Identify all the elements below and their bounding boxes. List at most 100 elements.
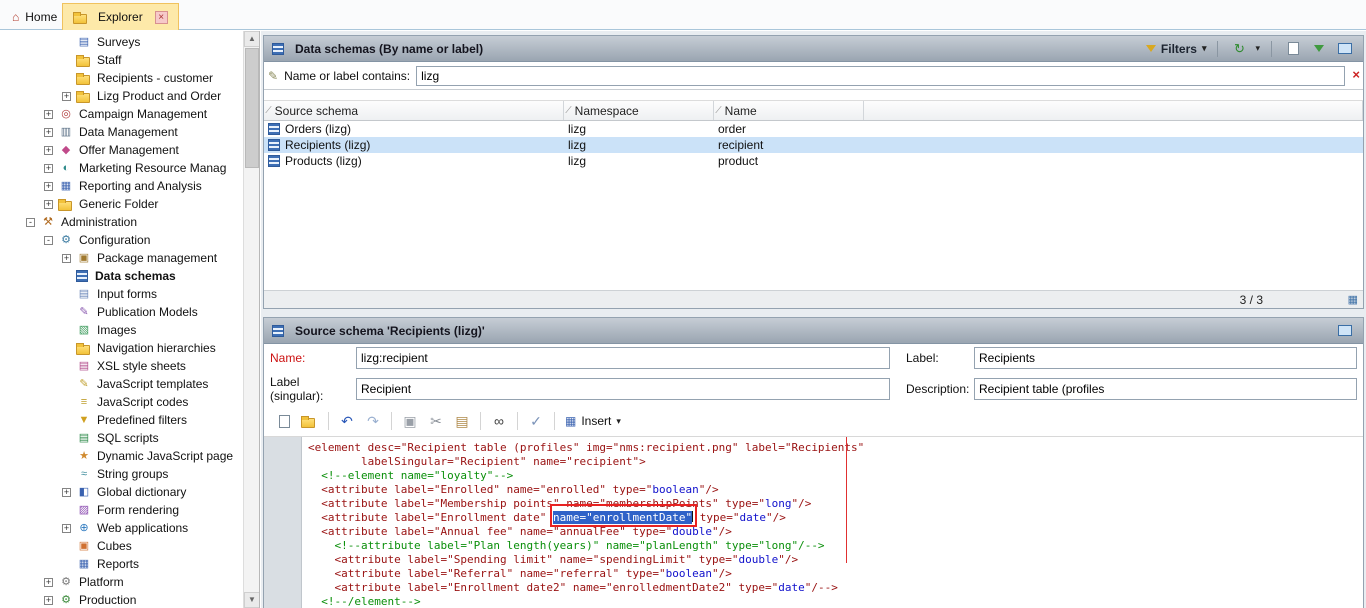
- tree-expander[interactable]: +: [44, 127, 53, 137]
- detach-panel-button[interactable]: [1335, 39, 1355, 59]
- code-line-9[interactable]: <attribute label="Spending limit" name="…: [308, 553, 1363, 567]
- code-line-12[interactable]: <!--/element-->: [308, 595, 1363, 608]
- validate-button[interactable]: ✓: [524, 410, 548, 432]
- code-body[interactable]: <element desc="Recipient table (profiles…: [302, 437, 1363, 608]
- code-segment: "/>: [698, 483, 719, 496]
- tree-item-package-management[interactable]: + ▣ Package management: [0, 249, 242, 267]
- insert-button[interactable]: ▦ Insert ▾: [561, 414, 625, 428]
- tree-item-input-forms[interactable]: +▤Input forms: [0, 285, 242, 303]
- cut-button[interactable]: ✂: [424, 410, 448, 432]
- tree-item-surveys[interactable]: +▤Surveys: [0, 33, 242, 51]
- column-header-name[interactable]: ∕ Name: [714, 101, 864, 120]
- code-line-7[interactable]: <attribute label="Annual fee" name="annu…: [308, 525, 1363, 539]
- tree-expander[interactable]: +: [62, 523, 71, 533]
- tree-item-publication-models[interactable]: +✎Publication Models: [0, 303, 242, 321]
- tree-expander[interactable]: +: [44, 109, 53, 119]
- new-schema-button[interactable]: [1283, 39, 1303, 59]
- tree-item-data-management[interactable]: + ▥ Data Management: [0, 123, 242, 141]
- tab-explorer-label: Explorer: [98, 10, 143, 24]
- copy-button[interactable]: ▣: [398, 410, 422, 432]
- tree-item-global-dictionary[interactable]: + ◧ Global dictionary: [0, 483, 242, 501]
- tree-item-recipients-customer[interactable]: +Recipients - customer: [0, 69, 242, 87]
- column-header-source-schema[interactable]: ∕ Source schema: [264, 101, 564, 120]
- tree-item-configuration[interactable]: - ⚙ Configuration: [0, 231, 242, 249]
- code-line-3[interactable]: <!--element name="loyalty"-->: [308, 469, 1363, 483]
- tree-expander[interactable]: +: [44, 595, 53, 605]
- tree-item-offer-management[interactable]: + ◆ Offer Management: [0, 141, 242, 159]
- new-file-button[interactable]: [272, 410, 296, 432]
- tree-item-production[interactable]: + ⚙ Production: [0, 591, 242, 608]
- tree-item-platform[interactable]: + ⚙ Platform: [0, 573, 242, 591]
- table-row-product[interactable]: Products (lizg) lizg product: [264, 153, 1363, 169]
- redo-button[interactable]: ↷: [361, 410, 385, 432]
- tree-item-javascript-codes[interactable]: +≡JavaScript codes: [0, 393, 242, 411]
- tree-item-string-groups[interactable]: +≈String groups: [0, 465, 242, 483]
- apply-filter-button[interactable]: [1309, 39, 1329, 59]
- refresh-button[interactable]: ↻: [1229, 39, 1249, 59]
- tree-item-data-schemas[interactable]: +Data schemas: [0, 267, 242, 285]
- description-field[interactable]: [974, 378, 1357, 400]
- tree-item-cubes[interactable]: +▣Cubes: [0, 537, 242, 555]
- tree-item-administration[interactable]: - ⚒ Administration: [0, 213, 242, 231]
- tree-expander[interactable]: -: [26, 217, 35, 227]
- tree-expander[interactable]: +: [44, 181, 53, 191]
- code-line-6[interactable]: <attribute label="Enrollment date" name=…: [308, 511, 1363, 525]
- tree-item-javascript-templates[interactable]: +✎JavaScript templates: [0, 375, 242, 393]
- tree-item-marketing-resource-manag[interactable]: + ◐ Marketing Resource Manag: [0, 159, 242, 177]
- table-row-order[interactable]: Orders (lizg) lizg order: [264, 121, 1363, 137]
- close-tab-icon[interactable]: ×: [154, 10, 168, 24]
- column-header-namespace[interactable]: ∕ Namespace: [564, 101, 714, 120]
- tree-expander[interactable]: +: [62, 253, 71, 263]
- undo-button[interactable]: ↶: [335, 410, 359, 432]
- tree-item-form-rendering[interactable]: +▨Form rendering: [0, 501, 242, 519]
- tree-item-staff[interactable]: +Staff: [0, 51, 242, 69]
- open-button[interactable]: [298, 410, 322, 432]
- label-singular-field[interactable]: [356, 378, 890, 400]
- filters-button[interactable]: Filters ▾: [1145, 42, 1206, 56]
- table-row-recipient[interactable]: Recipients (lizg) lizg recipient: [264, 137, 1363, 153]
- tree-expander[interactable]: +: [44, 163, 53, 173]
- tree-expander[interactable]: +: [62, 91, 71, 101]
- tree-item-xsl-style-sheets[interactable]: +▤XSL style sheets: [0, 357, 242, 375]
- code-line-5[interactable]: <attribute label="Membership points" nam…: [308, 497, 1363, 511]
- find-button[interactable]: ∞: [487, 410, 511, 432]
- scroll-down-icon[interactable]: ▼: [244, 592, 259, 608]
- tree-expander[interactable]: +: [62, 487, 71, 497]
- tree-item-campaign-management[interactable]: + ◎ Campaign Management: [0, 105, 242, 123]
- tree-item-reports[interactable]: +▦Reports: [0, 555, 242, 573]
- name-field[interactable]: [356, 347, 890, 369]
- paste-button[interactable]: ▤: [450, 410, 474, 432]
- tab-home[interactable]: ⌂ Home: [2, 3, 67, 30]
- tree-item-reporting-and-analysis[interactable]: + ▦ Reporting and Analysis: [0, 177, 242, 195]
- grid-view-icon[interactable]: ▦: [1348, 293, 1358, 306]
- code-line-10[interactable]: <attribute label="Referral" name="referr…: [308, 567, 1363, 581]
- detach-panel-button[interactable]: [1335, 321, 1355, 341]
- scrollbar-thumb[interactable]: [245, 48, 259, 168]
- tree-scrollbar[interactable]: ▲ ▼: [243, 31, 259, 608]
- tree-item-sql-scripts[interactable]: +▤SQL scripts: [0, 429, 242, 447]
- code-line-4[interactable]: <attribute label="Enrolled" name="enroll…: [308, 483, 1363, 497]
- scroll-up-icon[interactable]: ▲: [244, 31, 259, 47]
- label-field[interactable]: [974, 347, 1357, 369]
- tree-item-predefined-filters[interactable]: +▼Predefined filters: [0, 411, 242, 429]
- tree-item-label: Web applications: [97, 521, 189, 535]
- code-line-8[interactable]: <!--attribute label="Plan length(years)"…: [308, 539, 1363, 553]
- tree-item-dynamic-javascript-page[interactable]: +★Dynamic JavaScript page: [0, 447, 242, 465]
- code-line-1[interactable]: <element desc="Recipient table (profiles…: [308, 441, 1363, 455]
- tree-item-images[interactable]: +▧Images: [0, 321, 242, 339]
- clear-search-icon[interactable]: ×: [1352, 68, 1360, 81]
- tree-expander[interactable]: +: [44, 145, 53, 155]
- tree-expander[interactable]: +: [44, 199, 53, 209]
- tree-item-navigation-hierarchies[interactable]: +Navigation hierarchies: [0, 339, 242, 357]
- code-line-11[interactable]: <attribute label="Enrollment date2" name…: [308, 581, 1363, 595]
- tree-expander[interactable]: -: [44, 235, 53, 245]
- code-line-2[interactable]: labelSingular="Recipient" name="recipien…: [308, 455, 1363, 469]
- search-input[interactable]: [416, 65, 1345, 86]
- tree-item-web-applications[interactable]: + ⊕ Web applications: [0, 519, 242, 537]
- tree-expander[interactable]: +: [44, 577, 53, 587]
- tab-explorer[interactable]: Explorer ×: [62, 3, 179, 30]
- tree-item-generic-folder[interactable]: + Generic Folder: [0, 195, 242, 213]
- refresh-menu-arrow[interactable]: ▾: [1255, 43, 1260, 54]
- tree-item-lizg-product-and-order[interactable]: + Lizg Product and Order: [0, 87, 242, 105]
- code-editor[interactable]: <element desc="Recipient table (profiles…: [264, 436, 1363, 608]
